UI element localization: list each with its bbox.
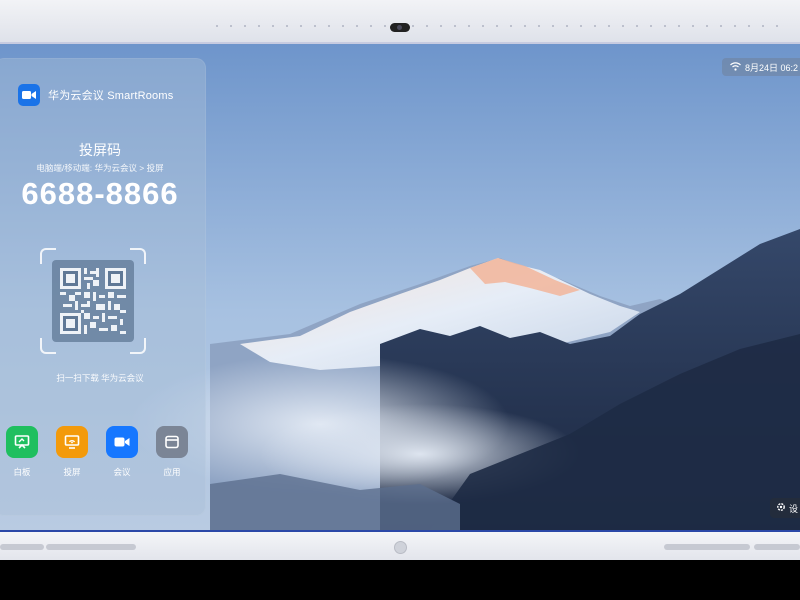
cast-panel: 华为云会议 SmartRooms 投屏码 电脑端/移动端: 华为云会议 > 投屏… [0, 58, 206, 516]
bezel-slot-left [0, 544, 44, 550]
app-label-whiteboard: 白板 [13, 467, 31, 477]
status-bar: 8月24日 06:2 [722, 58, 800, 76]
bezel-slot-right [664, 544, 750, 550]
app-dock: 白板 投屏 会议 应用 [4, 426, 194, 486]
screen-cast-icon[interactable] [56, 426, 88, 458]
app-label-screen-cast: 投屏 [63, 467, 81, 477]
video-camera-icon[interactable] [106, 426, 138, 458]
status-date-time: 8月24日 06:2 [745, 62, 799, 73]
gear-icon [776, 502, 786, 514]
settings-button[interactable]: 设 [770, 498, 800, 518]
app-applications[interactable]: 应用 [154, 426, 190, 478]
settings-label: 设 [789, 503, 799, 514]
camera-icon [390, 23, 410, 32]
bottom-bezel [0, 530, 800, 560]
top-bezel [0, 0, 800, 44]
home-button[interactable] [394, 541, 407, 554]
app-whiteboard[interactable]: 白板 [4, 426, 40, 478]
bezel-speaker-grille [210, 25, 780, 27]
qr-code-icon [60, 268, 126, 334]
whiteboard-icon[interactable] [6, 426, 38, 458]
display-screen: 华为云会议 SmartRooms 投屏码 电脑端/移动端: 华为云会议 > 投屏… [0, 44, 800, 530]
wifi-icon [730, 61, 741, 73]
app-screen-cast[interactable]: 投屏 [54, 426, 90, 478]
brand-name: 华为云会议 SmartRooms [48, 90, 174, 102]
apps-icon[interactable] [156, 426, 188, 458]
cast-instruction: 电脑端/移动端: 华为云会议 > 投屏 [36, 163, 164, 173]
app-label-meeting: 会议 [113, 467, 131, 477]
cast-code-title: 投屏码 [79, 142, 121, 158]
qr-code[interactable] [52, 260, 134, 342]
app-label-applications: 应用 [163, 467, 181, 477]
cast-code: 6688-8866 [21, 176, 179, 211]
video-camera-icon [18, 84, 40, 106]
app-meeting[interactable]: 会议 [104, 426, 140, 478]
qr-caption: 扫一扫下载 华为云会议 [56, 373, 144, 383]
brand-header: 华为云会议 SmartRooms [18, 84, 173, 106]
bezel-slot-left-2 [46, 544, 136, 550]
qr-code-frame [40, 248, 146, 354]
bezel-slot-right-2 [754, 544, 800, 550]
